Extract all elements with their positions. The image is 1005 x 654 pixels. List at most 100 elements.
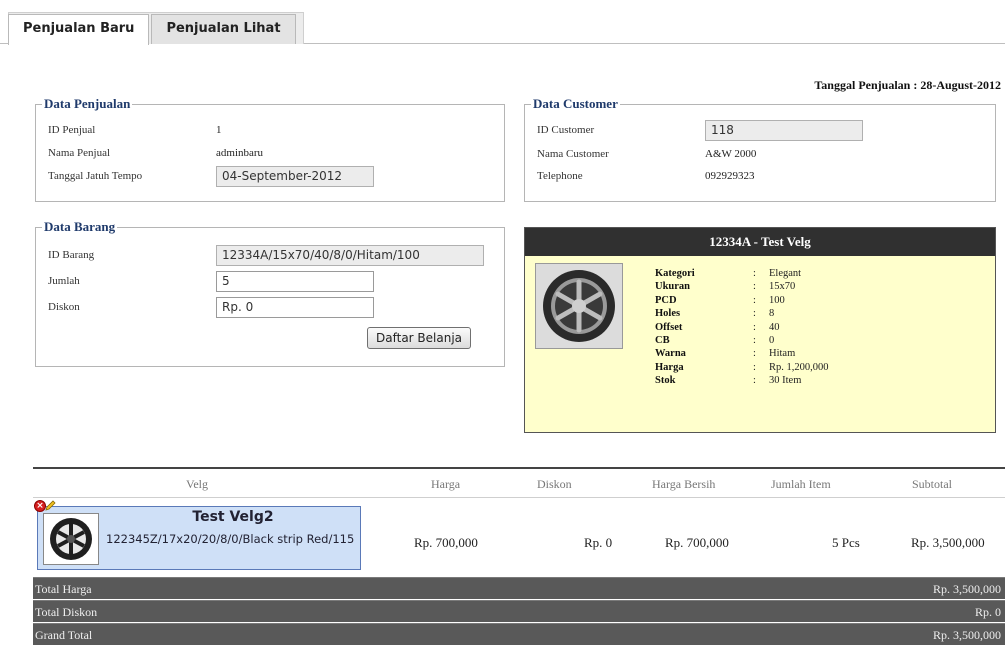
- wheel-thumbnail-icon: [535, 263, 623, 349]
- product-spec-key: Harga: [655, 361, 684, 373]
- product-spec-key: Warna: [655, 348, 686, 360]
- header-harga-bersih: Harga Bersih: [652, 477, 716, 491]
- cart-item-name: Test Velg2: [192, 509, 274, 525]
- due-date-field[interactable]: 04-September-2012: [216, 165, 374, 187]
- edit-icon[interactable]: [45, 499, 57, 511]
- product-spec-value: 30 Item: [769, 375, 802, 387]
- cart-item-harga-bersih: Rp. 700,000: [665, 535, 729, 550]
- total-diskon-value: Rp. 0: [974, 605, 1001, 619]
- data-customer-section: Data Customer ID Customer 118 Nama Custo…: [524, 96, 996, 202]
- product-spec-row: Stok: 30 Item: [655, 374, 801, 387]
- tab-penjualan-baru[interactable]: Penjualan Baru: [8, 14, 150, 45]
- due-date-label: Tanggal Jatuh Tempo: [48, 170, 143, 182]
- total-diskon-label: Total Diskon: [35, 605, 98, 619]
- cart-item-harga: Rp. 700,000: [414, 535, 478, 550]
- seller-id-row: ID Penjual 1: [48, 120, 222, 140]
- cart-item-id: 122345Z/17x20/20/8/0/Black strip Red/115: [106, 532, 355, 546]
- total-harga-row: Total Harga Rp. 3,500,000: [33, 577, 1005, 599]
- discount-row: Diskon Rp. 0: [48, 295, 374, 319]
- item-id-label: ID Barang: [48, 249, 95, 261]
- product-spec-colon: :: [753, 348, 756, 360]
- seller-id-label: ID Penjual: [48, 124, 96, 136]
- sale-date: Tanggal Penjualan : 28-August-2012: [814, 78, 1001, 92]
- customer-id-field[interactable]: 118: [705, 119, 863, 141]
- product-spec-row: CB: 0: [655, 334, 774, 347]
- grand-total-row: Grand Total Rp. 3,500,000: [33, 623, 1005, 645]
- data-customer-legend: Data Customer: [533, 96, 618, 111]
- product-spec-key: PCD: [655, 294, 677, 306]
- customer-phone-value: 092929323: [705, 170, 755, 182]
- discount-input[interactable]: Rp. 0: [216, 296, 374, 318]
- product-spec-colon: :: [753, 281, 756, 293]
- seller-name-row: Nama Penjual adminbaru: [48, 143, 263, 163]
- product-spec-colon: :: [753, 294, 756, 306]
- product-spec-row: Warna: Hitam: [655, 347, 795, 360]
- data-penjualan-section: Data Penjualan ID Penjual 1 Nama Penjual…: [35, 96, 505, 202]
- header-subtotal: Subtotal: [912, 477, 953, 491]
- product-detail-panel: 12334A - Test Velg Kategori: Elegant Ukura: [524, 227, 996, 433]
- tab-bar: Penjualan Baru Penjualan Lihat: [0, 0, 1005, 45]
- product-spec-colon: :: [753, 335, 756, 346]
- grand-total-value: Rp. 3,500,000: [932, 628, 1001, 642]
- product-spec-value: 100: [769, 294, 785, 306]
- total-harga-value: Rp. 3,500,000: [932, 582, 1001, 596]
- quantity-label: Jumlah: [48, 275, 80, 287]
- product-spec-colon: :: [753, 361, 756, 373]
- quantity-row: Jumlah 5: [48, 269, 374, 293]
- customer-phone-label: Telephone: [537, 170, 583, 182]
- product-spec-value: Rp. 1,200,000: [769, 361, 829, 373]
- cart-table-header: Velg Harga Diskon Harga Bersih Jumlah It…: [33, 467, 1005, 498]
- header-jumlah-item: Jumlah Item: [771, 477, 831, 491]
- quantity-input[interactable]: 5: [216, 270, 374, 292]
- discount-label: Diskon: [48, 301, 80, 313]
- item-id-row: ID Barang 12334A/15x70/40/8/0/Hitam/100: [48, 243, 484, 267]
- product-spec-row: Offset: 40: [655, 321, 780, 334]
- product-spec-value: 8: [769, 308, 775, 320]
- total-diskon-row: Total Diskon Rp. 0: [33, 600, 1005, 622]
- customer-name-value: A&W 2000: [705, 148, 757, 160]
- customer-phone-row: Telephone 092929323: [537, 166, 755, 186]
- product-spec-value: 0: [769, 335, 775, 346]
- cart-item-subtotal: Rp. 3,500,000: [911, 535, 985, 550]
- wheel-thumbnail-icon: [43, 513, 99, 565]
- seller-id-value: 1: [216, 124, 222, 136]
- product-spec-row: Kategori: Elegant: [655, 267, 801, 280]
- seller-name-value: adminbaru: [216, 147, 264, 159]
- header-velg: Velg: [186, 477, 208, 491]
- data-barang-legend: Data Barang: [44, 219, 116, 234]
- product-spec-key: Offset: [655, 321, 683, 333]
- product-spec-row: Holes: 8: [655, 307, 774, 320]
- header-diskon: Diskon: [537, 477, 572, 491]
- product-detail-body: Kategori: Elegant Ukuran:15x70 PCD:100 Holes…: [525, 256, 995, 432]
- item-id-field[interactable]: 12334A/15x70/40/8/0/Hitam/100: [216, 244, 484, 266]
- product-spec-colon: :: [753, 268, 756, 279]
- cart-item-card[interactable]: Test Velg2 122345Z/17x20/20/8/0/Black st…: [37, 506, 361, 570]
- product-spec-colon: :: [753, 308, 756, 320]
- product-spec-row: Ukuran: 15x70: [655, 280, 795, 293]
- product-spec-key: Holes: [655, 308, 681, 320]
- cart-item-jumlah: 5 Pcs: [832, 535, 860, 550]
- product-spec-colon: :: [753, 321, 756, 333]
- data-penjualan-legend: Data Penjualan: [44, 96, 131, 111]
- product-spec-row: Harga: Rp. 1,200,000: [655, 361, 829, 374]
- product-spec-key: CB: [655, 335, 670, 346]
- customer-name-row: Nama Customer A&W 2000: [537, 144, 756, 164]
- tab-penjualan-lihat[interactable]: Penjualan Lihat: [151, 14, 296, 44]
- product-spec-colon: :: [753, 375, 756, 387]
- customer-name-label: Nama Customer: [537, 148, 609, 160]
- table-row: Test Velg2 122345Z/17x20/20/8/0/Black st…: [33, 499, 1005, 579]
- cart-item-diskon: Rp. 0: [584, 535, 613, 550]
- product-spec-key: Kategori: [655, 268, 695, 279]
- product-spec-key: Stok: [655, 375, 676, 387]
- tab-strip: Penjualan Baru Penjualan Lihat: [8, 8, 296, 45]
- grand-total-label: Grand Total: [35, 628, 93, 642]
- header-harga: Harga: [431, 477, 461, 491]
- data-barang-section: Data Barang ID Barang 12334A/15x70/40/8/…: [35, 219, 505, 367]
- customer-id-row: ID Customer 118: [537, 119, 863, 141]
- add-to-cart-button[interactable]: Daftar Belanja: [367, 327, 472, 349]
- product-spec-value: 15x70: [769, 281, 796, 293]
- product-title: 12334A - Test Velg: [525, 228, 995, 256]
- seller-name-label: Nama Penjual: [48, 147, 111, 159]
- total-harga-label: Total Harga: [35, 582, 92, 596]
- due-date-row: Tanggal Jatuh Tempo 04-September-2012: [48, 165, 374, 187]
